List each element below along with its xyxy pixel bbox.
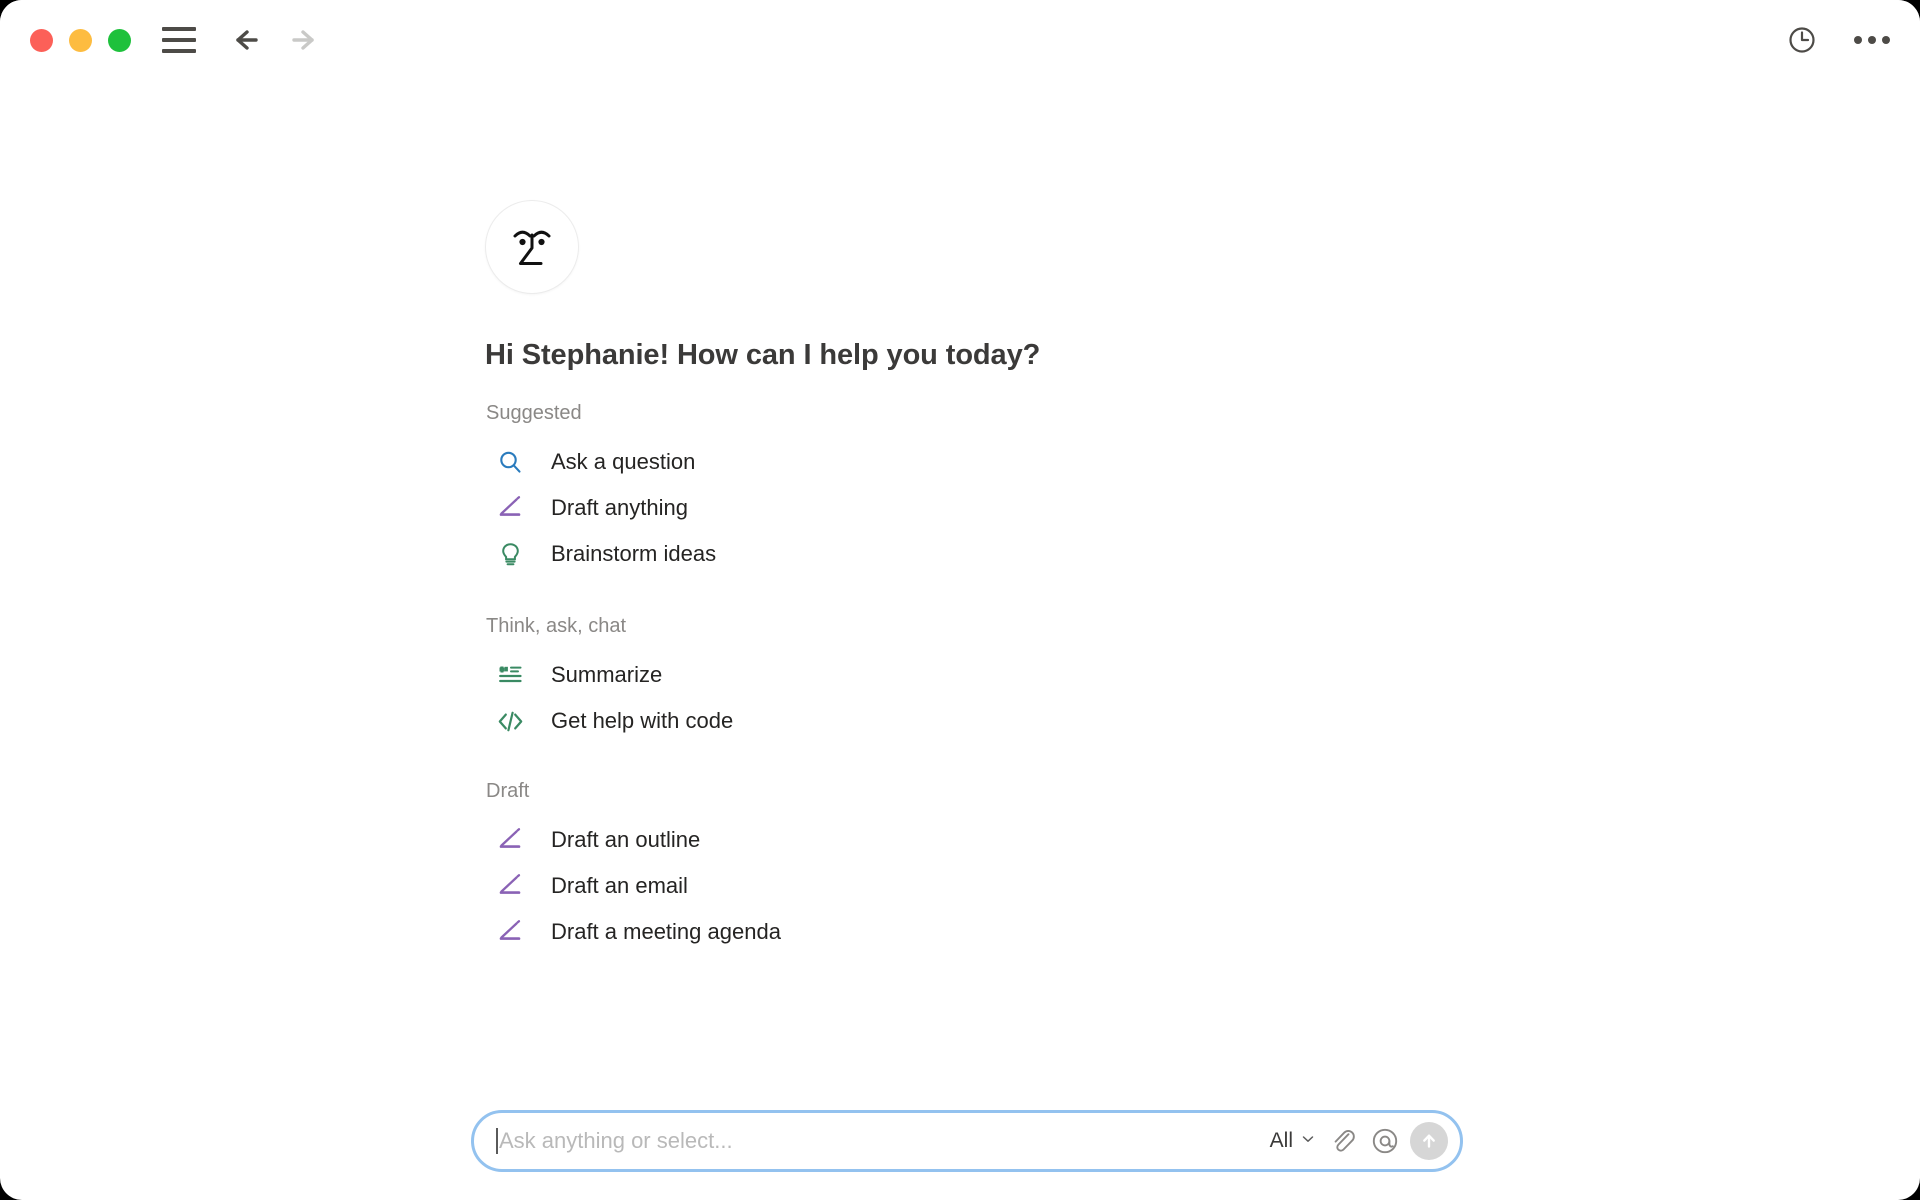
chevron-down-icon [1300, 1129, 1316, 1153]
suggestion-draft-anything[interactable]: Draft anything [485, 485, 1485, 531]
at-mention-icon[interactable] [1364, 1120, 1406, 1162]
suggestion-brainstorm-ideas[interactable]: Brainstorm ideas [485, 531, 1485, 577]
more-options-icon[interactable] [1852, 20, 1892, 60]
search-icon [497, 449, 537, 476]
title-bar-right-actions [1782, 0, 1892, 80]
suggestion-group-think-ask-chat: Think, ask, chat Summarize Get help with… [485, 615, 1485, 744]
composer-actions: All [1262, 1120, 1460, 1162]
more-dots [1854, 36, 1890, 44]
copilot-face-avatar-icon [485, 200, 579, 294]
group-title: Think, ask, chat [486, 615, 627, 637]
group-title: Suggested [486, 402, 582, 424]
suggestion-label: Get help with code [551, 708, 734, 733]
hamburger-line [162, 49, 196, 53]
hamburger-line [162, 38, 196, 42]
send-arrow-up-icon[interactable] [1410, 1122, 1448, 1160]
maximize-window-button[interactable] [108, 28, 131, 52]
page-title: Hi Stephanie! How can I help you today? [485, 339, 1041, 371]
group-title: Draft [486, 780, 530, 802]
composer-input-area[interactable]: Ask anything or select... [474, 1113, 1262, 1169]
suggestion-label: Draft an outline [551, 827, 701, 852]
code-icon [497, 708, 537, 735]
suggestion-label: Summarize [551, 662, 663, 687]
hamburger-line [162, 27, 196, 31]
suggestion-draft-a-meeting-agenda[interactable]: Draft a meeting agenda [485, 909, 1485, 955]
suggestion-label: Draft anything [551, 495, 688, 520]
suggestion-label: Draft an email [551, 873, 688, 898]
hamburger-menu-icon[interactable] [162, 27, 196, 53]
suggestion-draft-an-email[interactable]: Draft an email [485, 863, 1485, 909]
message-composer[interactable]: Ask anything or select... All [471, 1110, 1463, 1172]
suggestion-label: Draft a meeting agenda [551, 919, 781, 944]
suggestion-label: Ask a question [551, 449, 696, 474]
navigation-arrows [222, 17, 328, 63]
clock-history-icon[interactable] [1782, 20, 1822, 60]
suggestion-group-draft: Draft Draft an outline Draft an email Dr… [485, 780, 1485, 955]
suggestion-group-suggested: Suggested Ask a question Draft anything … [485, 402, 1485, 577]
title-bar [0, 0, 1920, 80]
scope-selector[interactable]: All [1262, 1125, 1322, 1157]
dot [1854, 36, 1862, 44]
text-cursor [496, 1128, 498, 1154]
dot [1882, 36, 1890, 44]
dot [1868, 36, 1876, 44]
pencil-icon [497, 919, 537, 946]
paperclip-icon[interactable] [1322, 1120, 1364, 1162]
minimize-window-button[interactable] [69, 28, 92, 52]
pencil-icon [497, 873, 537, 900]
chat-welcome-panel: Hi Stephanie! How can I help you today? … [485, 200, 1485, 955]
suggestion-draft-an-outline[interactable]: Draft an outline [485, 817, 1485, 863]
close-window-button[interactable] [30, 28, 53, 52]
summarize-icon [497, 662, 537, 689]
back-arrow-icon[interactable] [222, 17, 268, 63]
suggestion-get-help-with-code[interactable]: Get help with code [485, 698, 1485, 744]
suggestion-summarize[interactable]: Summarize [485, 652, 1485, 698]
pencil-icon [497, 495, 537, 522]
composer-placeholder: Ask anything or select... [499, 1128, 733, 1153]
lightbulb-icon [497, 541, 537, 568]
scope-label: All [1269, 1129, 1293, 1152]
suggestion-ask-a-question[interactable]: Ask a question [485, 439, 1485, 485]
suggestion-label: Brainstorm ideas [551, 541, 717, 566]
pencil-icon [497, 827, 537, 854]
app-window: Hi Stephanie! How can I help you today? … [0, 0, 1920, 1200]
forward-arrow-icon[interactable] [282, 17, 328, 63]
traffic-lights [30, 28, 131, 52]
